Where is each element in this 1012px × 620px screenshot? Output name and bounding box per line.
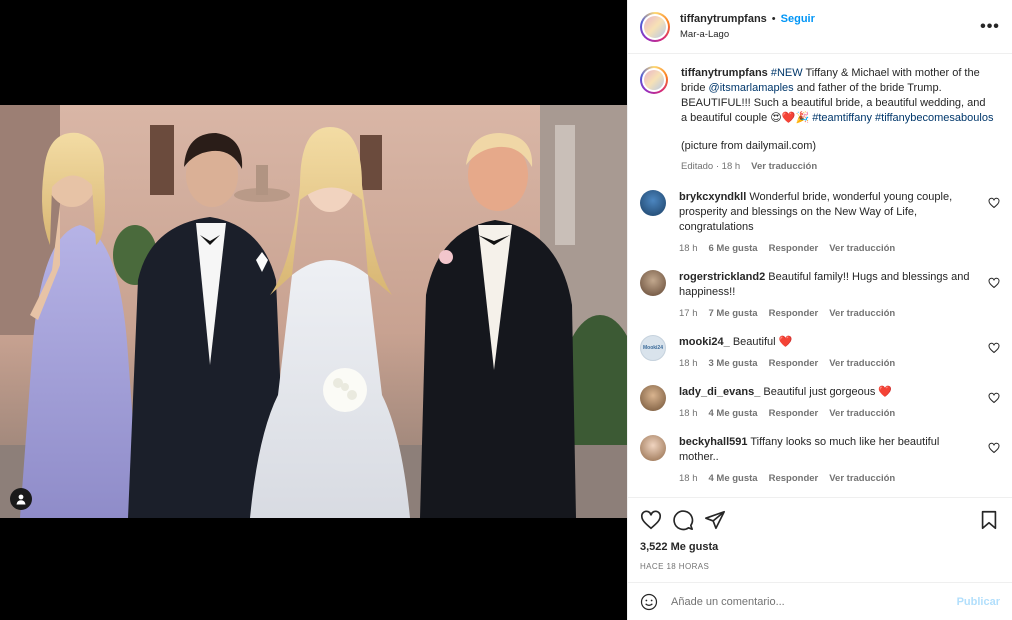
edited-label: Editado · 18 h	[681, 161, 741, 172]
comment-likes[interactable]: 4 Me gusta	[709, 406, 758, 421]
wedding-photo-image	[0, 105, 627, 518]
save-bookmark-icon[interactable]	[978, 509, 1000, 531]
add-comment-bar: Publicar	[628, 582, 1012, 620]
separator-dot: •	[771, 13, 776, 25]
post-side-panel: tiffanytrumpfans • Seguir Mar-a-Lago •••…	[627, 0, 1012, 620]
post-caption: tiffanytrumpfans #NEW Tiffany & Michael …	[640, 66, 1000, 174]
more-options-icon[interactable]: •••	[980, 18, 1000, 36]
comment-username[interactable]: beckyhall591	[679, 436, 748, 448]
comment-time[interactable]: 17 h	[679, 306, 698, 321]
post-header: tiffanytrumpfans • Seguir Mar-a-Lago •••	[628, 0, 1012, 54]
commenter-avatar-text: Mooki24	[642, 345, 663, 351]
emoji-smiley-icon[interactable]	[640, 593, 658, 611]
post-location[interactable]: Mar-a-Lago	[680, 29, 980, 40]
like-comment-heart-icon[interactable]	[988, 342, 1000, 354]
like-heart-icon[interactable]	[640, 509, 662, 531]
post-media	[0, 0, 627, 620]
publish-comment-button[interactable]: Publicar	[957, 596, 1000, 608]
reply-button[interactable]: Responder	[769, 406, 819, 421]
post-photo[interactable]	[0, 105, 627, 518]
comment-time[interactable]: 18 h	[679, 406, 698, 421]
comment-time[interactable]: 18 h	[679, 471, 698, 486]
comment-username[interactable]: brykcxyndkll	[679, 191, 746, 203]
comment-bubble-icon[interactable]	[672, 509, 694, 531]
tagged-people-button[interactable]	[10, 488, 32, 510]
see-translation-button[interactable]: Ver traducción	[829, 241, 895, 256]
comment-likes[interactable]: 6 Me gusta	[709, 241, 758, 256]
comment-username[interactable]: mooki24_	[679, 336, 730, 348]
like-comment-heart-icon[interactable]	[988, 277, 1000, 289]
see-translation-button[interactable]: Ver traducción	[829, 356, 895, 371]
likes-count[interactable]: 3,522 Me gusta	[628, 541, 1012, 559]
comment-likes[interactable]: 7 Me gusta	[709, 306, 758, 321]
post-header-text: tiffanytrumpfans • Seguir Mar-a-Lago	[680, 13, 980, 40]
caption-source: (picture from dailymail.com)	[681, 140, 817, 152]
comment-username[interactable]: rogerstrickland2	[679, 271, 765, 283]
comment-item: lady_di_evans_ Beautiful just gorgeous ❤…	[640, 385, 1000, 421]
hashtag-link[interactable]: #tiffanybecomesaboulos	[875, 112, 993, 124]
comment-item: brykcxyndkll Wonderful bride, wonderful …	[640, 190, 1000, 256]
comment-text: Beautiful just gorgeous ❤️	[763, 386, 893, 398]
hashtag-link[interactable]: #NEW	[771, 67, 803, 79]
user-icon	[16, 494, 26, 505]
commenter-avatar[interactable]: Mooki24	[640, 335, 666, 361]
author-username[interactable]: tiffanytrumpfans	[680, 13, 767, 25]
reply-button[interactable]: Responder	[769, 241, 819, 256]
comment-item: beckyhall591 Tiffany looks so much like …	[640, 435, 1000, 486]
comment-item: Mooki24 mooki24_ Beautiful ❤️ 18 h 3 Me …	[640, 335, 1000, 371]
comment-item: rogerstrickland2 Beautiful family!! Hugs…	[640, 270, 1000, 321]
like-comment-heart-icon[interactable]	[988, 392, 1000, 404]
see-translation-button[interactable]: Ver traducción	[829, 471, 895, 486]
comment-time[interactable]: 18 h	[679, 356, 698, 371]
commenter-avatar[interactable]	[640, 385, 666, 411]
commenter-avatar[interactable]	[640, 435, 666, 461]
reply-button[interactable]: Responder	[769, 356, 819, 371]
like-comment-heart-icon[interactable]	[988, 197, 1000, 209]
reply-button[interactable]: Responder	[769, 306, 819, 321]
see-translation-button[interactable]: Ver traducción	[829, 306, 895, 321]
commenter-avatar[interactable]	[640, 190, 666, 216]
caption-text: tiffanytrumpfans #NEW Tiffany & Michael …	[681, 66, 994, 126]
caption-username[interactable]: tiffanytrumpfans	[681, 67, 768, 79]
follow-button[interactable]: Seguir	[781, 13, 815, 25]
caption-author-avatar[interactable]	[640, 66, 668, 94]
author-avatar[interactable]	[640, 11, 670, 42]
comment-likes[interactable]: 4 Me gusta	[709, 471, 758, 486]
comment-time[interactable]: 18 h	[679, 241, 698, 256]
post-time-ago[interactable]: HACE 18 HORAS	[628, 559, 1012, 579]
instagram-post-modal: tiffanytrumpfans • Seguir Mar-a-Lago •••…	[0, 0, 1012, 620]
comment-text: Beautiful ❤️	[732, 336, 793, 348]
hashtag-link[interactable]: #teamtiffany	[812, 112, 872, 124]
comment-likes[interactable]: 3 Me gusta	[709, 356, 758, 371]
see-translation-button[interactable]: Ver traducción	[829, 406, 895, 421]
see-translation-button[interactable]: Ver traducción	[751, 159, 817, 174]
mention-link[interactable]: @itsmarlamaples	[709, 82, 794, 94]
reply-button[interactable]: Responder	[769, 471, 819, 486]
like-comment-heart-icon[interactable]	[988, 442, 1000, 454]
commenter-avatar[interactable]	[640, 270, 666, 296]
comments-section[interactable]: tiffanytrumpfans #NEW Tiffany & Michael …	[628, 54, 1012, 497]
post-actions-bar	[628, 497, 1012, 541]
comment-input[interactable]	[671, 595, 957, 608]
comment-username[interactable]: lady_di_evans_	[679, 386, 760, 398]
share-send-icon[interactable]	[704, 509, 726, 531]
